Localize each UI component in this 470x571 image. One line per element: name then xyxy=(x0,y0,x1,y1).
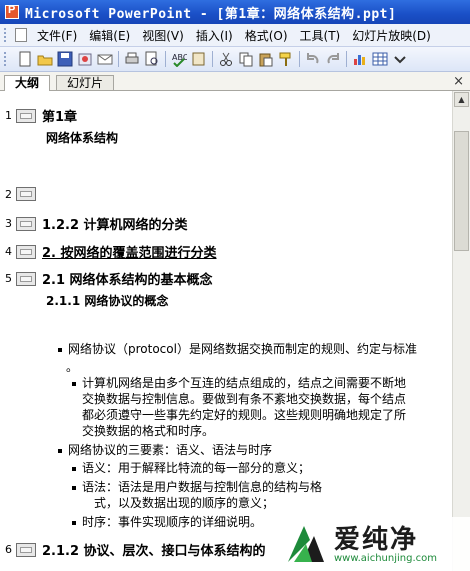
menu-slideshow[interactable]: 幻灯片放映(D) xyxy=(346,27,437,44)
document-icon[interactable] xyxy=(15,28,27,42)
bullet-text: 网络协议的三要素：语义、语法与时序 xyxy=(68,443,273,457)
expand-icon[interactable] xyxy=(392,51,408,67)
copy-icon[interactable] xyxy=(238,51,254,67)
menu-insert[interactable]: 插入(I) xyxy=(190,27,239,44)
slide-subtitle[interactable]: 网络体系结构 xyxy=(46,129,118,146)
paste-icon[interactable] xyxy=(258,51,274,67)
slide-icon[interactable] xyxy=(16,542,36,557)
toolbar-grip-handle[interactable] xyxy=(4,52,9,66)
outline-slide-6[interactable]: 6 2.1.2 协议、层次、接口与体系结构的 xyxy=(0,540,266,559)
bullet-icon xyxy=(58,347,62,352)
watermark-url: www.aichunjing.com xyxy=(334,552,437,564)
redo-icon[interactable] xyxy=(325,51,341,67)
bullet-item[interactable]: 语法：语法是用户数据与控制信息的结构与格 xyxy=(72,480,322,495)
bullet-icon xyxy=(72,520,76,525)
outline-pane[interactable]: 1 第1章 网络体系结构 2 3 1.2.2 计算机网络的分类 4 2. 按网络… xyxy=(0,91,452,571)
bullet-continuation[interactable]: 交换数据的格式和时序。 xyxy=(82,424,214,439)
print-icon[interactable] xyxy=(124,51,140,67)
slide-title[interactable]: 2.1 网络体系结构的基本概念 xyxy=(42,269,213,288)
outline-slide-1[interactable]: 1 第1章 xyxy=(0,106,77,125)
close-icon[interactable]: × xyxy=(453,74,464,89)
permission-icon[interactable] xyxy=(77,51,93,67)
slide-number: 2 xyxy=(5,187,12,201)
open-icon[interactable] xyxy=(37,51,53,67)
slide-icon[interactable] xyxy=(16,216,36,231)
slide-icon[interactable] xyxy=(16,244,36,259)
slide-icon[interactable] xyxy=(16,108,36,123)
watermark: 爱纯净 www.aichunjing.com xyxy=(280,517,470,571)
slide-number: 5 xyxy=(5,272,12,285)
bullet-continuation[interactable]: 交换数据与控制信息。要做到有条不紊地交换数据，每个结点 xyxy=(82,392,406,407)
menu-tools[interactable]: 工具(T) xyxy=(294,27,347,44)
title-bar: Microsoft PowerPoint - [第1章：网络体系结构.ppt] xyxy=(0,0,470,24)
bullet-text: 语法：语法是用户数据与控制信息的结构与格 xyxy=(82,480,323,494)
outline-slide-5[interactable]: 5 2.1 网络体系结构的基本概念 xyxy=(0,269,213,288)
new-icon[interactable] xyxy=(17,51,33,67)
bullet-item[interactable]: 网络协议（protocol）是网络数据交换而制定的规则、约定与标准 xyxy=(58,342,417,357)
toolbar-separator xyxy=(165,51,166,67)
print-preview-icon[interactable] xyxy=(144,51,160,67)
bullet-item[interactable]: 网络协议的三要素：语义、语法与时序 xyxy=(58,443,272,458)
bullet-item[interactable]: 时序：事件实现顺序的详细说明。 xyxy=(72,515,262,530)
chart-icon[interactable] xyxy=(352,51,368,67)
outline-slide-2[interactable]: 2 xyxy=(0,187,42,201)
svg-text:ABC: ABC xyxy=(172,53,187,62)
tab-slides[interactable]: 幻灯片 xyxy=(56,75,115,90)
bullet-text: 语义：用于解释比特流的每一部分的意义； xyxy=(82,461,311,475)
watermark-text: 爱纯净 xyxy=(334,524,419,555)
table-icon[interactable] xyxy=(372,51,388,67)
undo-icon[interactable] xyxy=(305,51,321,67)
standard-toolbar: ABC xyxy=(0,47,470,72)
bullet-icon xyxy=(58,448,62,453)
powerpoint-app-icon[interactable] xyxy=(5,4,19,19)
menu-edit[interactable]: 编辑(E) xyxy=(83,27,136,44)
outline-slides-tabs: 大纲 幻灯片 × xyxy=(0,72,470,91)
bullet-icon xyxy=(72,466,76,471)
research-icon[interactable] xyxy=(191,51,207,67)
bullet-continuation[interactable]: 。 xyxy=(66,360,78,375)
format-painter-icon[interactable] xyxy=(278,51,294,67)
window-title: Microsoft PowerPoint - [第1章：网络体系结构.ppt] xyxy=(25,6,397,22)
toolbar-separator xyxy=(118,51,119,67)
toolbar-separator xyxy=(299,51,300,67)
bullet-text: 计算机网络是由多个互连的结点组成的，结点之间需要不断地 xyxy=(82,376,407,390)
slide-title[interactable]: 2.1.2 协议、层次、接口与体系结构的 xyxy=(42,540,266,559)
slide-title[interactable]: 1.2.2 计算机网络的分类 xyxy=(42,214,188,233)
slide-icon[interactable] xyxy=(16,271,36,286)
bullet-continuation[interactable]: 式，以及数据出现的顺序的意义； xyxy=(94,496,274,511)
menu-bar: 文件(F) 编辑(E) 视图(V) 插入(I) 格式(O) 工具(T) 幻灯片放… xyxy=(0,24,470,47)
scroll-up-arrow-icon[interactable]: ▲ xyxy=(454,92,469,107)
toolbar-separator xyxy=(212,51,213,67)
bullet-item[interactable]: 计算机网络是由多个互连的结点组成的，结点之间需要不断地 xyxy=(72,376,406,391)
tab-outline[interactable]: 大纲 xyxy=(4,75,51,91)
bullet-text: 网络协议（protocol）是网络数据交换而制定的规则、约定与标准 xyxy=(68,342,417,356)
email-icon[interactable] xyxy=(97,51,113,67)
menu-format[interactable]: 格式(O) xyxy=(239,27,294,44)
bullet-item[interactable]: 语义：用于解释比特流的每一部分的意义； xyxy=(72,461,310,476)
slide-title[interactable]: 2. 按网络的覆盖范围进行分类 xyxy=(42,242,217,261)
slide-icon[interactable] xyxy=(16,187,36,201)
outline-slide-4[interactable]: 4 2. 按网络的覆盖范围进行分类 xyxy=(0,242,217,261)
bullet-text: 时序：事件实现顺序的详细说明。 xyxy=(82,515,263,529)
bullet-icon xyxy=(72,485,76,490)
outline-slide-3[interactable]: 3 1.2.2 计算机网络的分类 xyxy=(0,214,188,233)
toolbar-separator xyxy=(346,51,347,67)
scroll-thumb[interactable] xyxy=(454,131,469,251)
bullet-icon xyxy=(72,381,76,386)
save-icon[interactable] xyxy=(57,51,73,67)
menu-file[interactable]: 文件(F) xyxy=(31,27,83,44)
vertical-scrollbar[interactable]: ▲ xyxy=(452,91,470,571)
watermark-logo-icon xyxy=(284,522,328,566)
slide-number: 1 xyxy=(5,109,12,122)
slide-subtitle[interactable]: 2.1.1 网络协议的概念 xyxy=(46,292,168,309)
slide-number: 3 xyxy=(5,217,12,230)
menu-grip-handle[interactable] xyxy=(4,28,9,42)
slide-number: 4 xyxy=(5,245,12,258)
cut-icon[interactable] xyxy=(218,51,234,67)
slide-number: 6 xyxy=(5,543,12,556)
bullet-continuation[interactable]: 都必须遵守一些事先约定好的规则。这些规则明确地规定了所 xyxy=(82,408,406,423)
slide-title[interactable]: 第1章 xyxy=(42,106,77,125)
menu-view[interactable]: 视图(V) xyxy=(136,27,190,44)
spelling-icon[interactable]: ABC xyxy=(171,51,189,68)
